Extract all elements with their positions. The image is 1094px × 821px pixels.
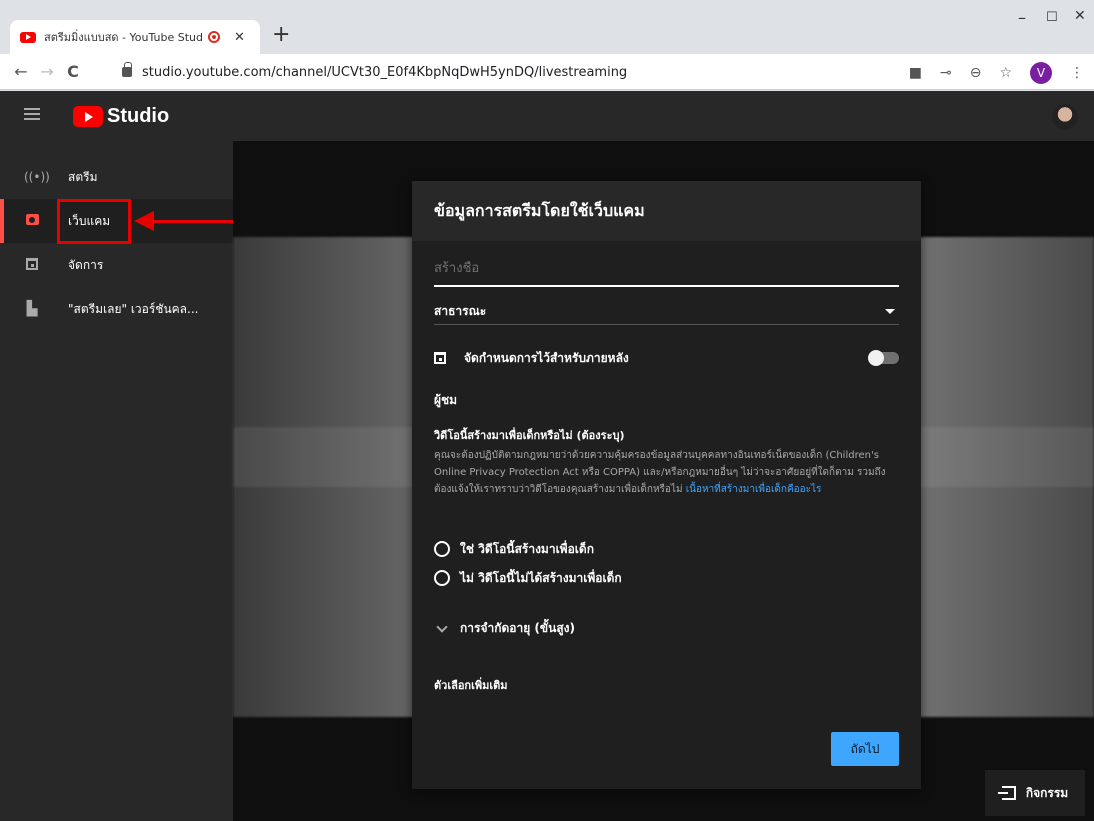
activity-label: กิจกรรม <box>1025 785 1069 800</box>
url-text: studio.youtube.com/channel/UCVt30_E0f4Kb… <box>142 64 628 80</box>
radio-button[interactable] <box>434 541 450 557</box>
window-close-button[interactable]: ✕ <box>1074 8 1086 24</box>
new-tab-button[interactable]: + <box>272 22 290 47</box>
minimize-button[interactable]: – <box>1018 8 1026 27</box>
audience-heading: ผู้ชม <box>434 393 458 407</box>
privacy-dropdown[interactable]: สาธารณะ <box>434 299 899 325</box>
camera-permission-icon[interactable]: ■ <box>909 65 922 81</box>
browser-toolbar: ← → C studio.youtube.com/channel/UCVt30_… <box>0 54 1094 90</box>
next-button[interactable]: ถัดไป <box>831 732 899 766</box>
forward-arrow-icon[interactable]: → <box>34 62 60 81</box>
sidebar-item-stream-now[interactable]: ▙ "สตรีมเลย" เวอร์ชันคล... <box>0 287 233 331</box>
profile-avatar[interactable]: V <box>1030 62 1052 84</box>
chevron-down-icon <box>436 620 448 633</box>
privacy-value: สาธารณะ <box>434 304 487 318</box>
studio-logo[interactable]: Studio <box>73 105 169 128</box>
tab-title: สตรีมมิ่งแบบสด - YouTube Stud <box>44 31 203 44</box>
calendar-icon <box>434 352 446 364</box>
age-restriction-label: การจำกัดอายุ (ขั้นสูง) <box>460 621 575 635</box>
annotation-arrow-line <box>150 220 236 223</box>
calendar-icon <box>24 257 40 273</box>
account-avatar[interactable] <box>1052 104 1078 130</box>
sidebar-item-stream[interactable]: ((•)) สตรีม <box>0 155 233 199</box>
webcam-stream-dialog: ข้อมูลการสตรีมโดยใช้เว็บแคม สาธารณะ จัดก… <box>412 181 921 789</box>
sidebar-item-label: จัดการ <box>68 257 104 272</box>
youtube-play-icon <box>73 106 103 127</box>
radio-yes-kids[interactable]: ใช่ วิดีโอนี้สร้างมาเพื่อเด็ก <box>434 537 899 561</box>
lock-icon <box>122 62 132 77</box>
stream-now-icon: ▙ <box>26 301 38 317</box>
youtube-favicon-icon <box>20 31 36 43</box>
browser-tab[interactable]: สตรีมมิ่งแบบสด - YouTube Stud ✕ <box>10 20 260 54</box>
sidebar-item-manage[interactable]: จัดการ <box>0 243 233 287</box>
browser-window: สตรีมมิ่งแบบสด - YouTube Stud ✕ + – ☐ ✕ … <box>0 0 1094 821</box>
sidebar-item-label: "สตรีมเลย" เวอร์ชันคล... <box>68 301 199 316</box>
schedule-row: จัดกำหนดการไว้สำหรับภายหลัง <box>434 346 899 370</box>
live-broadcast-icon: ((•)) <box>24 170 50 184</box>
dropdown-arrow-icon <box>885 309 895 314</box>
kids-question: วิดีโอนี้สร้างมาเพื่อเด็กหรือไม่ (ต้องระ… <box>434 429 625 442</box>
annotation-arrow-head <box>134 211 154 231</box>
browser-menu-icon[interactable]: ⋮ <box>1070 65 1084 81</box>
studio-header: Studio <box>0 91 1094 141</box>
dialog-header: ข้อมูลการสตรีมโดยใช้เว็บแคม <box>412 181 921 241</box>
title-input[interactable] <box>434 261 899 276</box>
title-field[interactable] <box>434 259 899 287</box>
back-arrow-icon[interactable]: ← <box>8 62 34 81</box>
dialog-title: ข้อมูลการสตรีมโดยใช้เว็บแคม <box>434 200 645 220</box>
tab-strip: สตรีมมิ่งแบบสด - YouTube Stud ✕ + – ☐ ✕ <box>0 0 1094 54</box>
sidebar-item-label: สตรีม <box>68 169 98 184</box>
recording-indicator-icon <box>208 31 220 43</box>
kids-description-block: คุณจะต้องปฏิบัติตามกฎหมายว่าด้วยความคุ้ม… <box>434 447 899 498</box>
radio-no-label: ไม่ วิดีโอนี้ไม่ได้สร้างมาเพื่อเด็ก <box>460 570 622 585</box>
radio-no-kids[interactable]: ไม่ วิดีโอนี้ไม่ได้สร้างมาเพื่อเด็ก <box>434 566 899 590</box>
annotation-highlight-box <box>57 199 131 244</box>
kids-info-link[interactable]: เนื้อหาที่สร้างมาเพื่อเด็กคืออะไร <box>686 484 822 495</box>
camera-icon <box>24 214 40 228</box>
radio-button[interactable] <box>434 570 450 586</box>
maximize-button[interactable]: ☐ <box>1046 10 1058 25</box>
age-restriction-expander[interactable]: การจำกัดอายุ (ขั้นสูง) <box>434 619 899 638</box>
toolbar-icons: ■ ⊸ ⊖ ☆ V ⋮ <box>909 62 1084 84</box>
password-key-icon[interactable]: ⊸ <box>940 65 952 81</box>
bookmark-star-icon[interactable]: ☆ <box>999 65 1012 81</box>
schedule-toggle[interactable] <box>868 350 899 366</box>
radio-yes-label: ใช่ วิดีโอนี้สร้างมาเพื่อเด็ก <box>460 541 594 556</box>
hamburger-menu-icon[interactable] <box>24 108 40 120</box>
exit-activity-icon <box>997 786 1016 800</box>
address-bar[interactable]: studio.youtube.com/channel/UCVt30_E0f4Kb… <box>108 59 888 85</box>
reload-icon[interactable]: C <box>60 62 86 81</box>
zoom-icon[interactable]: ⊖ <box>970 65 982 81</box>
more-options-link[interactable]: ตัวเลือกเพิ่มเติม <box>434 676 899 694</box>
schedule-label: จัดกำหนดการไว้สำหรับภายหลัง <box>464 350 629 365</box>
tab-close-icon[interactable]: ✕ <box>234 30 245 45</box>
studio-logo-text: Studio <box>107 105 170 127</box>
activity-button[interactable]: กิจกรรม <box>985 770 1085 816</box>
